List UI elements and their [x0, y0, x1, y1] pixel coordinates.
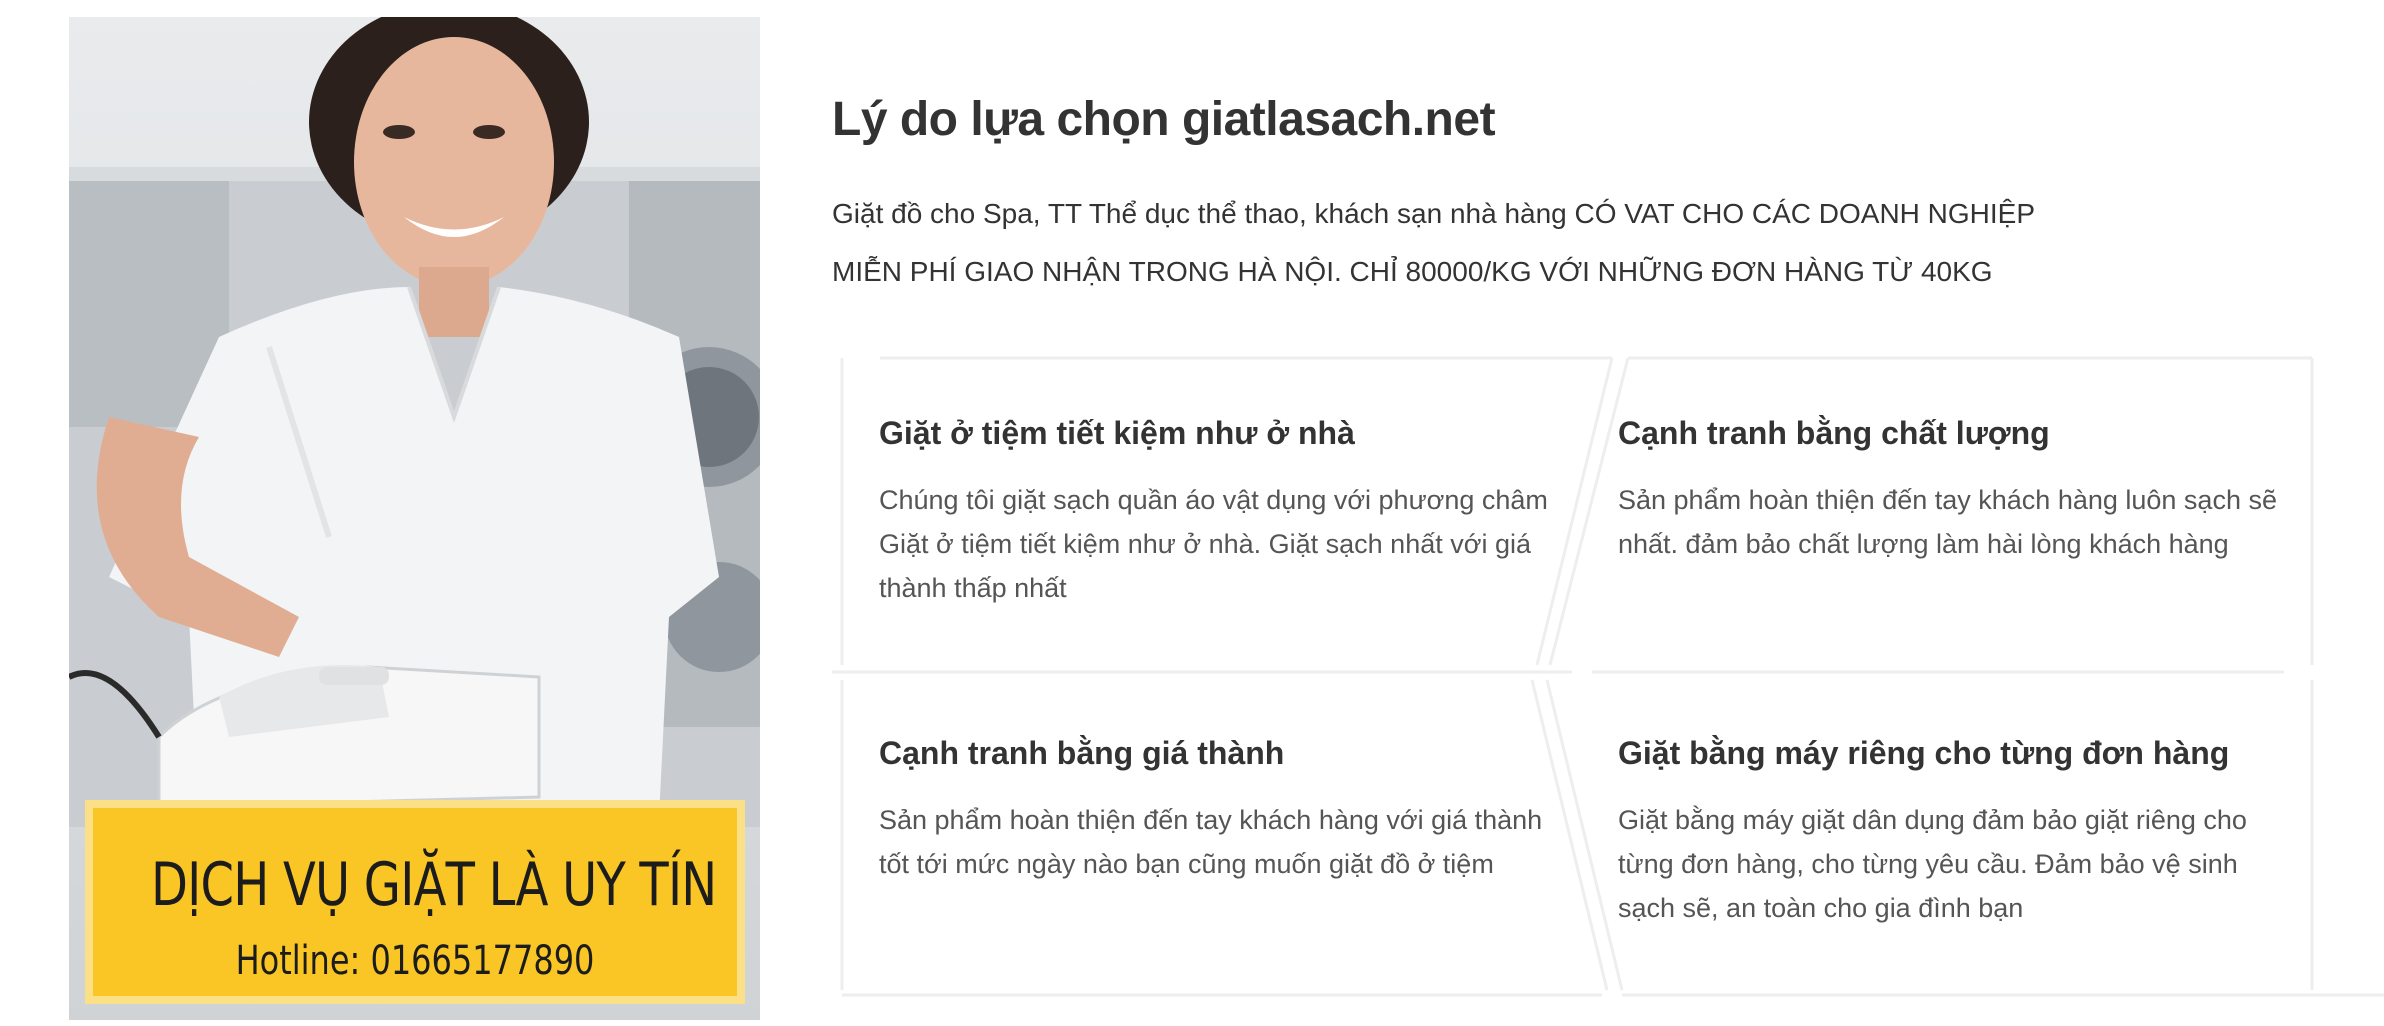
- feature-title: Giặt bằng máy riêng cho từng đơn hàng: [1618, 735, 2230, 771]
- promo-banner: DỊCH VỤ GIẶT LÀ UY TÍN Hotline: 01665177…: [85, 800, 745, 1004]
- section-intro: Giặt đồ cho Spa, TT Thể dục thể thao, kh…: [832, 185, 2035, 301]
- intro-line: Giặt đồ cho Spa, TT Thể dục thể thao, kh…: [832, 198, 2036, 229]
- feature-card-separate-machine: Giặt bằng máy riêng cho từng đơn hàng Gi…: [1618, 735, 2298, 930]
- feature-card-quality: Cạnh tranh bằng chất lượng Sản phẩm hoàn…: [1618, 415, 2298, 566]
- feature-title: Giặt ở tiệm tiết kiệm như ở nhà: [879, 415, 1355, 451]
- promo-image: DỊCH VỤ GIẶT LÀ UY TÍN Hotline: 01665177…: [69, 17, 760, 1020]
- promo-hotline: Hotline: 01665177890: [235, 938, 595, 984]
- reasons-section: Lý do lựa chọn giatlasach.net Giặt đồ ch…: [832, 0, 2384, 1026]
- feature-description: Sản phẩm hoàn thiện đến tay khách hàng v…: [879, 805, 1543, 879]
- section-title: Lý do lựa chọn giatlasach.net: [832, 93, 1496, 147]
- promo-banner-title: DỊCH VỤ GIẶT LÀ UY TÍN: [151, 850, 717, 920]
- feature-card-price: Cạnh tranh bằng giá thành Sản phẩm hoàn …: [879, 735, 1559, 886]
- feature-description: Chúng tôi giặt sạch quần áo vật dụng với…: [879, 485, 1548, 603]
- feature-description: Giặt bằng máy giặt dân dụng đảm bảo giặt…: [1618, 805, 2247, 923]
- feature-description: Sản phẩm hoàn thiện đến tay khách hàng l…: [1618, 485, 2277, 559]
- feature-title: Cạnh tranh bằng giá thành: [879, 735, 1285, 771]
- feature-card-save-like-home: Giặt ở tiệm tiết kiệm như ở nhà Chúng tô…: [879, 415, 1559, 610]
- feature-title: Cạnh tranh bằng chất lượng: [1618, 415, 2050, 451]
- intro-line: MIỄN PHÍ GIAO NHẬN TRONG HÀ NỘI. CHỈ 800…: [832, 256, 1993, 287]
